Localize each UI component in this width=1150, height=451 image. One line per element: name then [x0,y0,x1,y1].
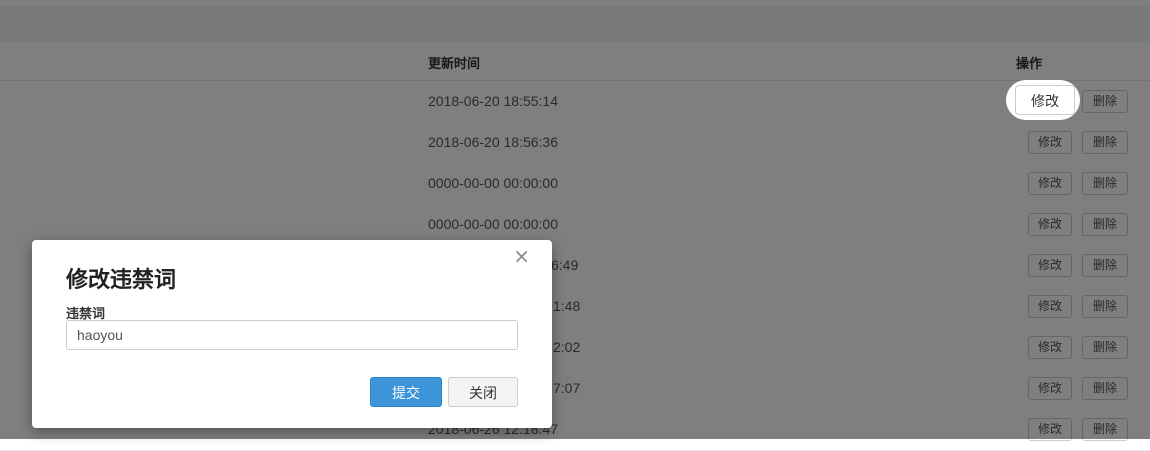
close-icon[interactable]: × [513,246,530,266]
dialog-title: 修改违禁词 [66,268,177,293]
edit-banned-word-dialog: × 修改违禁词 违禁词 提交 关闭 [32,240,552,428]
page: 更新时间 操作 2018-06-20 18:55:14 修改 删除 2018-0… [0,0,1150,451]
highlighted-edit-button[interactable]: 修改 [1015,85,1075,115]
submit-button[interactable]: 提交 [370,377,442,407]
close-button[interactable]: 关闭 [448,377,518,407]
banned-word-input[interactable] [66,320,518,350]
